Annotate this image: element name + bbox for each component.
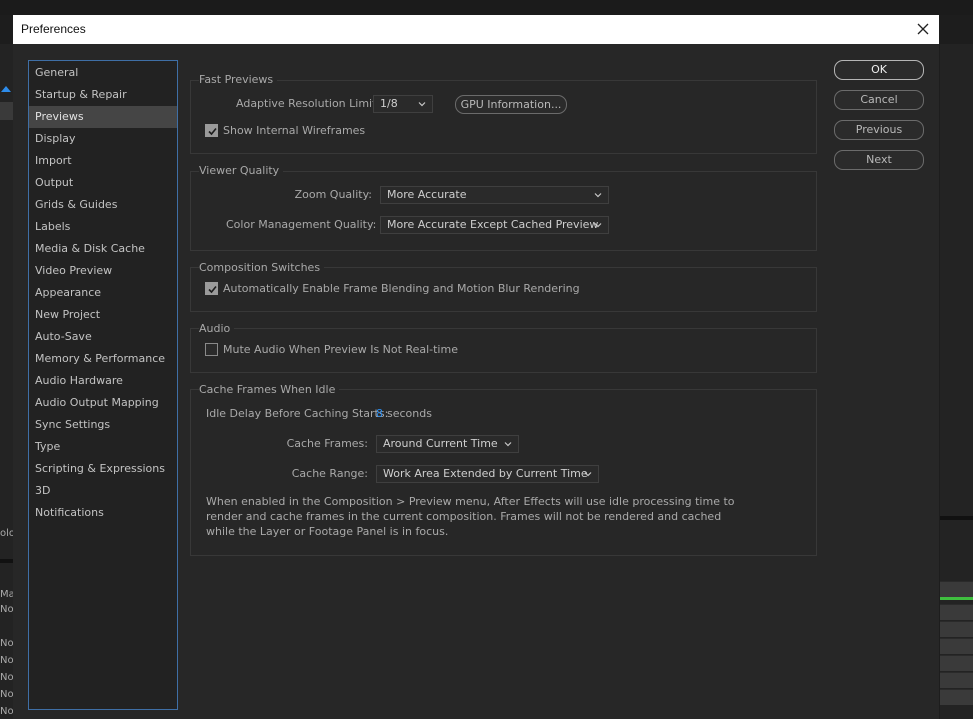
viewer-quality-title: Viewer Quality: [199, 164, 284, 177]
cache-frames-idle-title: Cache Frames When Idle: [199, 383, 340, 396]
background-row: [940, 638, 973, 654]
frame-blending-label: Automatically Enable Frame Blending and …: [223, 282, 580, 295]
sidebar-item-notifications[interactable]: Notifications: [29, 502, 177, 524]
zoom-quality-dropdown[interactable]: More Accurate: [380, 186, 609, 204]
sidebar-item-general[interactable]: General: [29, 62, 177, 84]
mute-audio-label: Mute Audio When Preview Is Not Real-time: [223, 343, 458, 356]
mute-audio-checkbox[interactable]: [205, 343, 218, 356]
zoom-quality-value: More Accurate: [387, 188, 467, 201]
sidebar-item-output[interactable]: Output: [29, 172, 177, 194]
audio-title: Audio: [199, 322, 235, 335]
ok-button[interactable]: OK: [834, 60, 924, 80]
chevron-down-icon: [593, 189, 603, 199]
checkmark-icon: [208, 127, 217, 136]
background-row: [940, 655, 973, 671]
sidebar-item-audio-output-mapping[interactable]: Audio Output Mapping: [29, 392, 177, 414]
color-management-dropdown[interactable]: More Accurate Except Cached Preview: [380, 216, 609, 234]
background-app-right-panel: [940, 44, 973, 719]
window-title: Preferences: [21, 22, 86, 36]
viewer-quality-group: [190, 171, 817, 251]
background-row: [940, 689, 973, 705]
sidebar-item-startup-repair[interactable]: Startup & Repair: [29, 84, 177, 106]
idle-delay-unit: seconds: [387, 407, 432, 420]
background-app-left-panel: olo Ma No No No No No No: [0, 44, 13, 719]
chevron-down-icon: [593, 219, 603, 229]
background-text: No: [0, 655, 13, 666]
sidebar-item-memory-performance[interactable]: Memory & Performance: [29, 348, 177, 370]
checkmark-icon: [208, 285, 217, 294]
sidebar-item-scripting-expressions[interactable]: Scripting & Expressions: [29, 458, 177, 480]
sidebar-item-3d[interactable]: 3D: [29, 480, 177, 502]
sidebar-item-auto-save[interactable]: Auto-Save: [29, 326, 177, 348]
color-management-label: Color Management Quality:: [226, 218, 377, 231]
fast-previews-group: [190, 80, 817, 154]
background-row: [940, 621, 973, 637]
preferences-sidebar: General Startup & Repair Previews Displa…: [28, 60, 178, 710]
composition-switches-title: Composition Switches: [199, 261, 325, 274]
background-row: [940, 672, 973, 688]
adaptive-resolution-value: 1/8: [380, 97, 398, 110]
cache-range-value: Work Area Extended by Current Time: [383, 467, 588, 480]
cache-range-label: Cache Range:: [291, 467, 368, 480]
gpu-information-button[interactable]: GPU Information...: [455, 95, 567, 114]
adaptive-resolution-dropdown[interactable]: 1/8: [373, 95, 433, 113]
background-divider: [940, 516, 973, 520]
background-text: Ma: [0, 589, 13, 600]
sidebar-item-labels[interactable]: Labels: [29, 216, 177, 238]
chevron-down-icon: [417, 98, 427, 108]
adaptive-resolution-label: Adaptive Resolution Limit:: [236, 97, 381, 110]
next-button[interactable]: Next: [834, 150, 924, 170]
background-text: No: [0, 672, 13, 683]
triangle-up-icon: [1, 86, 11, 92]
previous-button[interactable]: Previous: [834, 120, 924, 140]
chevron-down-icon: [583, 468, 593, 478]
sidebar-item-type[interactable]: Type: [29, 436, 177, 458]
preferences-dialog: Preferences General Startup & Repair Pre…: [13, 15, 939, 719]
background-app-top: [0, 0, 973, 15]
cache-frames-value: Around Current Time: [383, 437, 498, 450]
background-text: No: [0, 689, 13, 700]
sidebar-item-new-project[interactable]: New Project: [29, 304, 177, 326]
cancel-button[interactable]: Cancel: [834, 90, 924, 110]
background-divider: [0, 559, 13, 563]
sidebar-item-import[interactable]: Import: [29, 150, 177, 172]
background-text: No: [0, 706, 13, 717]
background-text: No: [0, 638, 13, 649]
background-row: [940, 604, 973, 620]
sidebar-item-appearance[interactable]: Appearance: [29, 282, 177, 304]
sidebar-item-media-disk-cache[interactable]: Media & Disk Cache: [29, 238, 177, 260]
cache-frames-dropdown[interactable]: Around Current Time: [376, 435, 519, 453]
fast-previews-title: Fast Previews: [199, 73, 278, 86]
background-text: No: [0, 604, 13, 615]
show-wireframes-checkbox[interactable]: [205, 124, 218, 137]
zoom-quality-label: Zoom Quality:: [294, 188, 372, 201]
idle-delay-value[interactable]: 8: [376, 407, 383, 420]
background-green-bar: [940, 597, 973, 600]
sidebar-item-video-preview[interactable]: Video Preview: [29, 260, 177, 282]
background-text: olo: [0, 528, 13, 539]
chevron-down-icon: [503, 438, 513, 448]
cache-idle-description: When enabled in the Composition > Previe…: [206, 495, 735, 538]
close-icon[interactable]: [913, 19, 933, 39]
title-bar[interactable]: Preferences: [13, 15, 939, 44]
sidebar-item-grids-guides[interactable]: Grids & Guides: [29, 194, 177, 216]
sidebar-item-audio-hardware[interactable]: Audio Hardware: [29, 370, 177, 392]
frame-blending-checkbox[interactable]: [205, 282, 218, 295]
sidebar-item-sync-settings[interactable]: Sync Settings: [29, 414, 177, 436]
background-selected-row: [0, 102, 13, 120]
cache-range-dropdown[interactable]: Work Area Extended by Current Time: [376, 465, 599, 483]
color-management-value: More Accurate Except Cached Preview: [387, 218, 599, 231]
show-wireframes-label: Show Internal Wireframes: [223, 124, 366, 137]
sidebar-item-previews[interactable]: Previews: [29, 106, 177, 128]
cache-frames-label: Cache Frames:: [286, 437, 368, 450]
background-row: [940, 581, 973, 597]
sidebar-item-display[interactable]: Display: [29, 128, 177, 150]
idle-delay-label: Idle Delay Before Caching Starts:: [206, 407, 389, 420]
